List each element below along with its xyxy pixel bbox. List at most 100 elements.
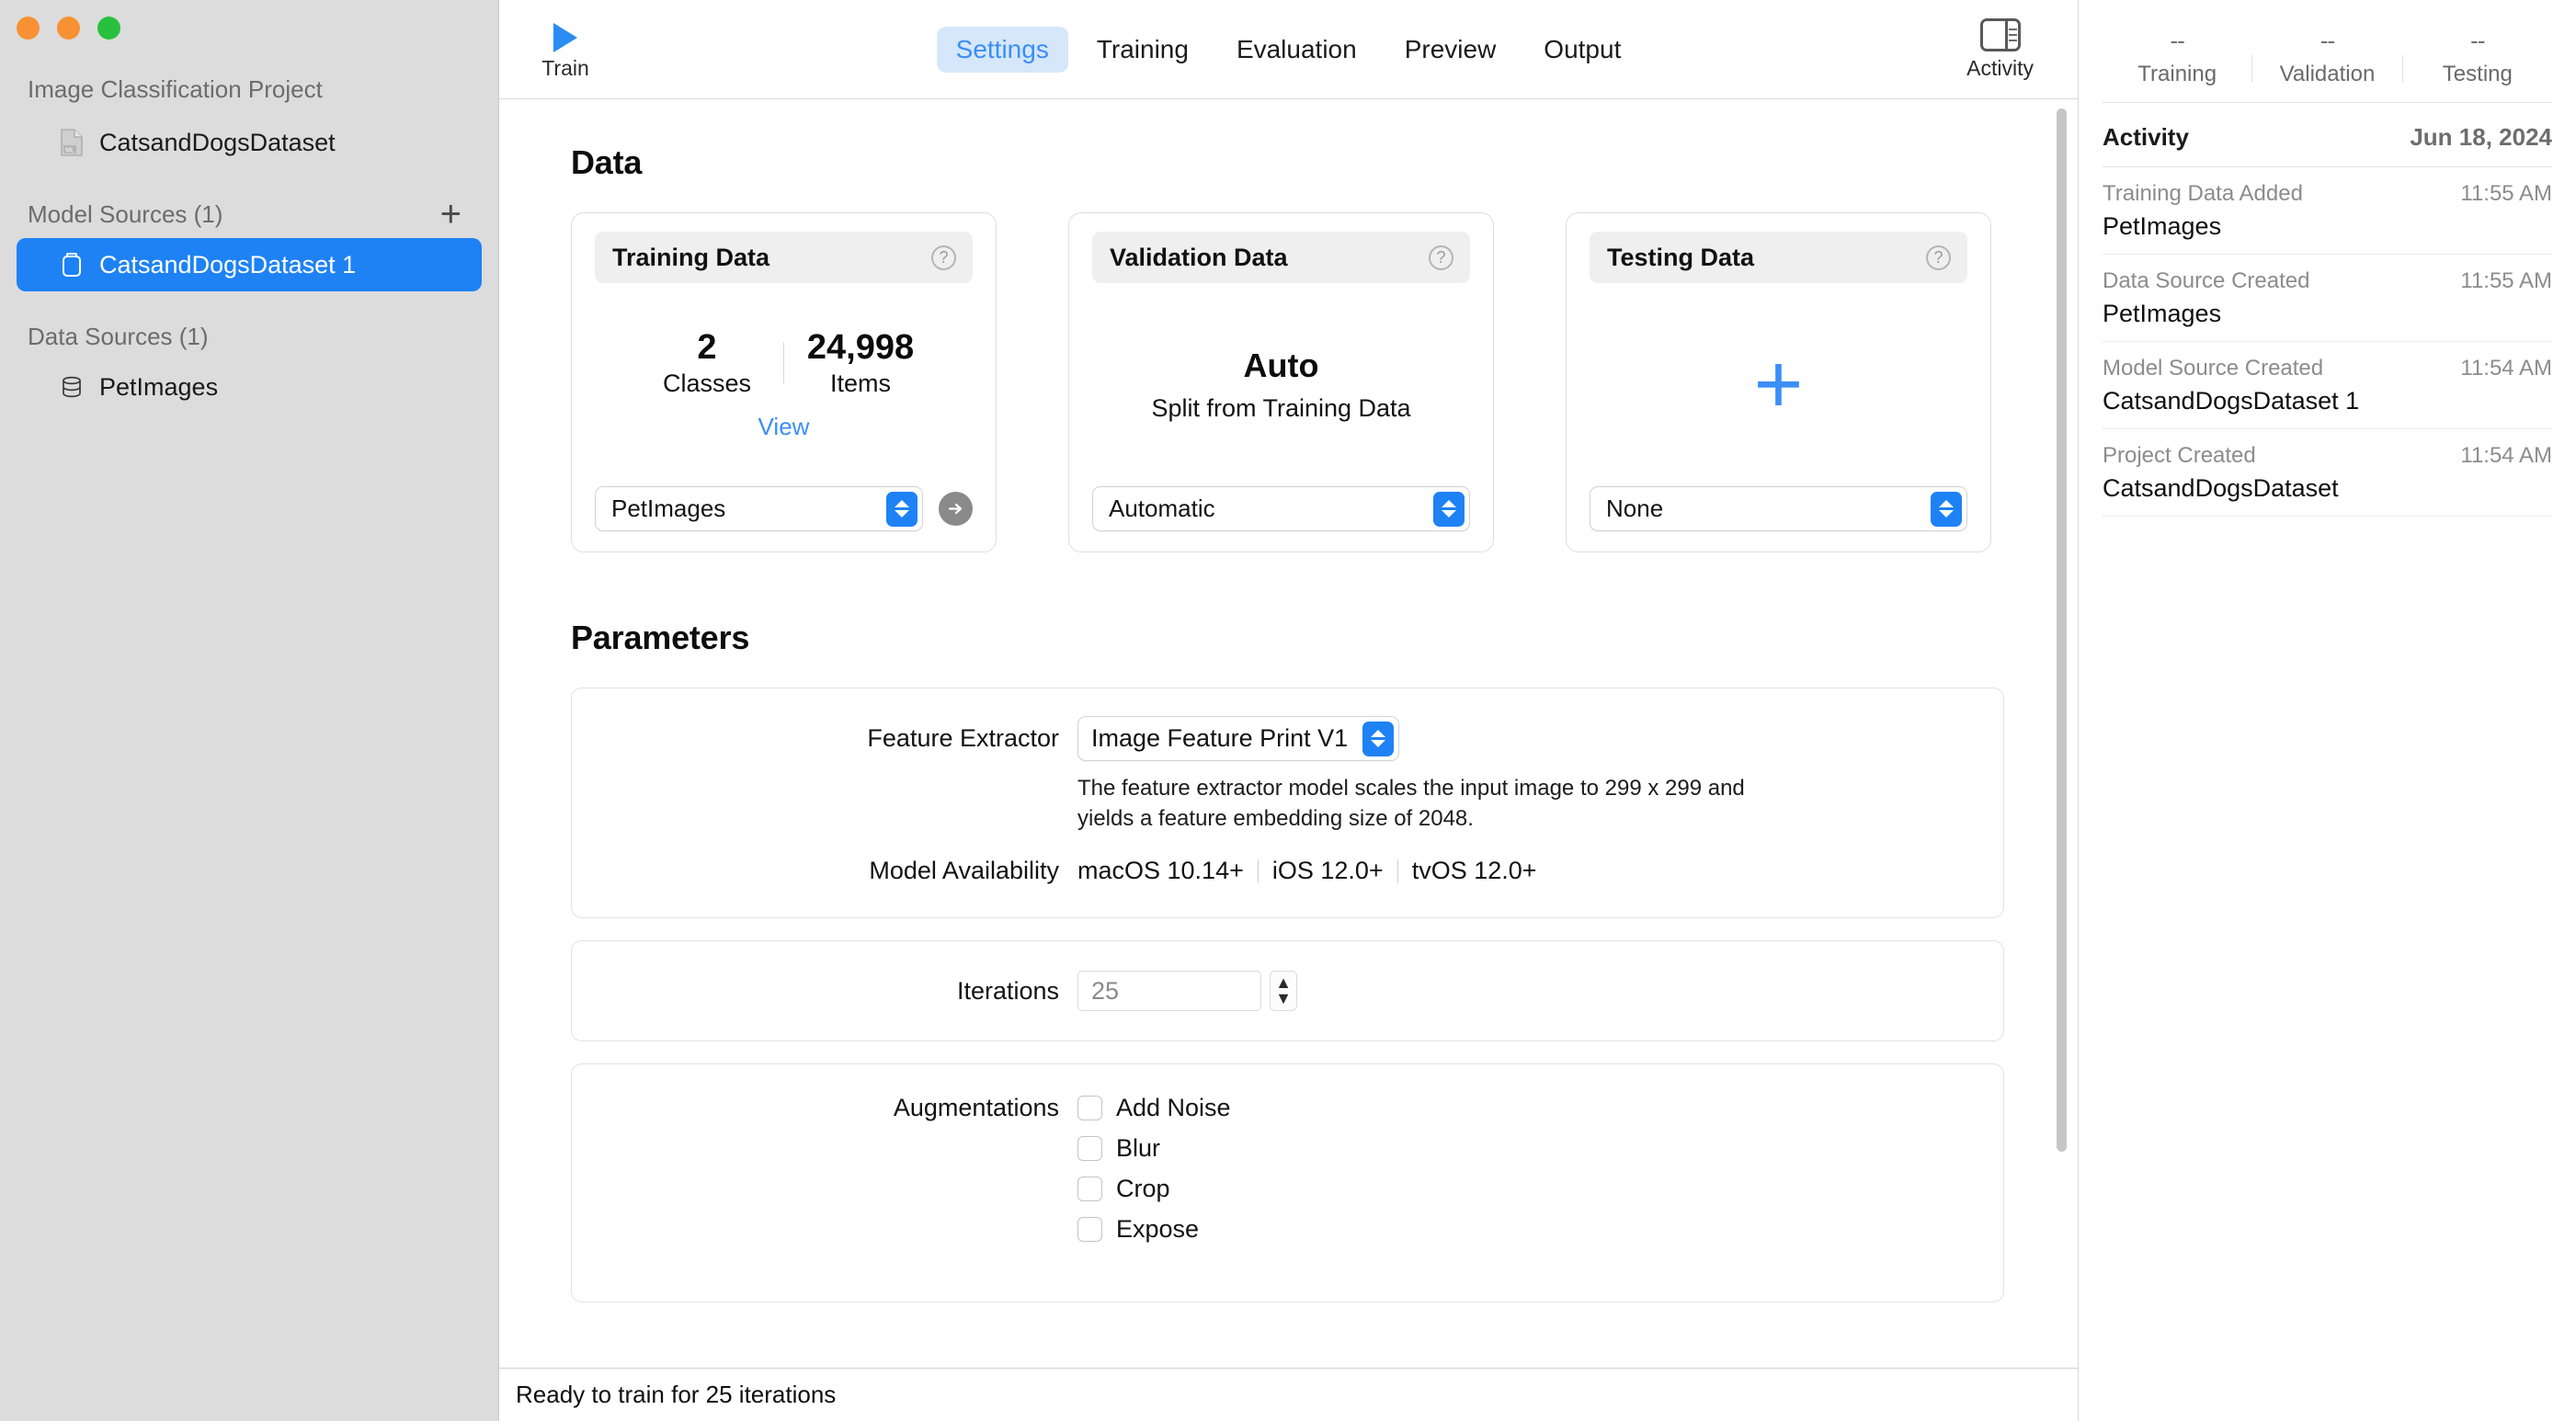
ml-document-icon: ML [59,129,85,156]
model-availability-label: Model Availability [572,848,1077,893]
add-testing-data-button[interactable]: + [1754,354,1804,415]
validation-data-card-title: Validation Data [1110,244,1288,272]
activity-detail: CatsandDogsDataset [2103,474,2552,503]
help-icon[interactable]: ? [1926,245,1951,270]
vertical-scrollbar[interactable] [2054,99,2069,1368]
close-window-button[interactable] [17,17,40,40]
play-icon [553,23,577,52]
validation-data-card-header: Validation Data ? [1092,232,1470,283]
tab-training[interactable]: Training [1077,27,1208,73]
validation-data-source-value: Automatic [1109,495,1215,523]
augmentation-blur[interactable]: Blur [1077,1134,2003,1163]
activity-header: Activity Jun 18, 2024 [2103,103,2552,167]
sidebar-item-data-source[interactable]: PetImages [17,360,482,414]
metric-training: -- Training [2103,28,2251,87]
activity-entry[interactable]: Project Created 11:54 AM CatsandDogsData… [2103,429,2552,517]
activity-entry[interactable]: Training Data Added 11:55 AM PetImages [2103,167,2552,255]
sidebar-data-sources-label: Data Sources (1) [28,323,209,351]
training-data-source-value: PetImages [611,495,725,523]
sidebar-project-name: CatsandDogsDataset [99,129,336,157]
testing-data-card: Testing Data ? + None [1566,212,1991,552]
parameters-section-title: Parameters [571,619,2004,657]
tab-evaluation[interactable]: Evaluation [1217,27,1376,73]
validation-data-card: Validation Data ? Auto Split from Traini… [1068,212,1494,552]
augmentation-label: Expose [1116,1215,1199,1244]
minimize-window-button[interactable] [57,17,80,40]
validation-data-source-select[interactable]: Automatic [1092,486,1470,531]
testing-data-card-header: Testing Data ? [1590,232,1967,283]
training-data-stats: 2 Classes 24,998 Items [638,328,929,399]
sidebar-section-data-sources: Data Sources (1) [0,323,498,350]
training-data-source-select[interactable]: PetImages [595,486,923,531]
activity-panel-toggle[interactable]: Activity [1966,18,2034,81]
reveal-training-data-button[interactable] [939,492,973,526]
zoom-window-button[interactable] [97,17,120,40]
testing-data-source-value: None [1606,495,1663,523]
sidebar-model-source-label: CatsandDogsDataset 1 [99,251,356,279]
model-source-icon [59,251,85,279]
items-label: Items [792,369,929,398]
activity-event: Model Source Created [2103,356,2323,381]
activity-entry[interactable]: Data Source Created 11:55 AM PetImages [2103,255,2552,342]
tab-preview[interactable]: Preview [1385,27,1516,73]
activity-panel: -- Training -- Validation -- Testing Act… [2078,0,2576,1421]
augmentation-expose[interactable]: Expose [1077,1215,2003,1244]
sidebar-model-sources-label: Model Sources (1) [28,200,222,229]
train-button[interactable]: Train [519,17,611,81]
scrollbar-thumb[interactable] [2057,108,2067,1152]
train-button-label: Train [541,56,589,81]
feature-extractor-value: Image Feature Print V1 [1091,724,1348,753]
augmentation-add-noise[interactable]: Add Noise [1077,1094,2003,1122]
training-data-card-title: Training Data [612,244,769,272]
training-data-card-footer: PetImages [595,486,973,531]
activity-detail: CatsandDogsDataset 1 [2103,387,2552,415]
augmentation-label: Blur [1116,1134,1160,1163]
checkbox-icon[interactable] [1077,1217,1102,1242]
testing-data-source-select[interactable]: None [1590,486,1967,531]
validation-auto-subtitle: Split from Training Data [1151,394,1410,423]
chevron-updown-icon [886,492,918,527]
augmentation-crop[interactable]: Crop [1077,1175,2003,1203]
iterations-card: Iterations 25 ▲ ▼ [571,940,2004,1041]
feature-extractor-label: Feature Extractor [572,716,1077,761]
tab-settings[interactable]: Settings [937,27,1068,73]
checkbox-icon[interactable] [1077,1177,1102,1201]
metric-validation-value: -- [2252,28,2401,54]
activity-time: 11:55 AM [2460,181,2552,207]
sidebar-section-model-sources: Model Sources (1) + [0,200,498,228]
testing-data-card-body: + [1590,283,1967,486]
stat-divider [783,342,784,384]
classes-stat: 2 Classes [638,328,776,399]
checkbox-icon[interactable] [1077,1136,1102,1161]
iterations-input[interactable]: 25 [1077,971,1261,1011]
parameters-section: Parameters Feature Extractor Image Featu… [571,619,2004,1302]
metric-testing-name: Testing [2403,62,2552,87]
feature-extractor-select[interactable]: Image Feature Print V1 [1077,716,1399,761]
validation-auto-value: Auto [1244,347,1319,385]
status-bar-text: Ready to train for 25 iterations [516,1381,836,1409]
sidebar-panel-icon [1980,18,2021,51]
augmentation-label: Crop [1116,1175,1170,1203]
iterations-label: Iterations [572,971,1077,1011]
chevron-updown-icon [1362,722,1394,756]
view-training-data-link[interactable]: View [758,413,810,441]
help-icon[interactable]: ? [1429,245,1453,270]
metric-testing-value: -- [2403,28,2552,54]
testing-data-card-title: Testing Data [1607,244,1754,272]
augmentations-label: Augmentations [572,1094,1077,1121]
help-icon[interactable]: ? [931,245,956,270]
iterations-stepper[interactable]: ▲ ▼ [1270,971,1297,1011]
sidebar-item-project[interactable]: ML CatsandDogsDataset [17,116,482,169]
classes-label: Classes [638,369,776,398]
checkbox-icon[interactable] [1077,1096,1102,1120]
add-model-source-button[interactable]: + [440,202,462,226]
tab-output[interactable]: Output [1524,27,1640,73]
activity-detail: PetImages [2103,300,2552,328]
metric-validation-name: Validation [2252,62,2401,87]
activity-entry[interactable]: Model Source Created 11:54 AM CatsandDog… [2103,342,2552,429]
augmentations-card: Augmentations Add Noise Blur [571,1063,2004,1302]
data-section-title: Data [571,143,2004,182]
sidebar-item-model-source[interactable]: CatsandDogsDataset 1 [17,238,482,291]
augmentation-label: Add Noise [1116,1094,1231,1122]
training-data-card-header: Training Data ? [595,232,973,283]
